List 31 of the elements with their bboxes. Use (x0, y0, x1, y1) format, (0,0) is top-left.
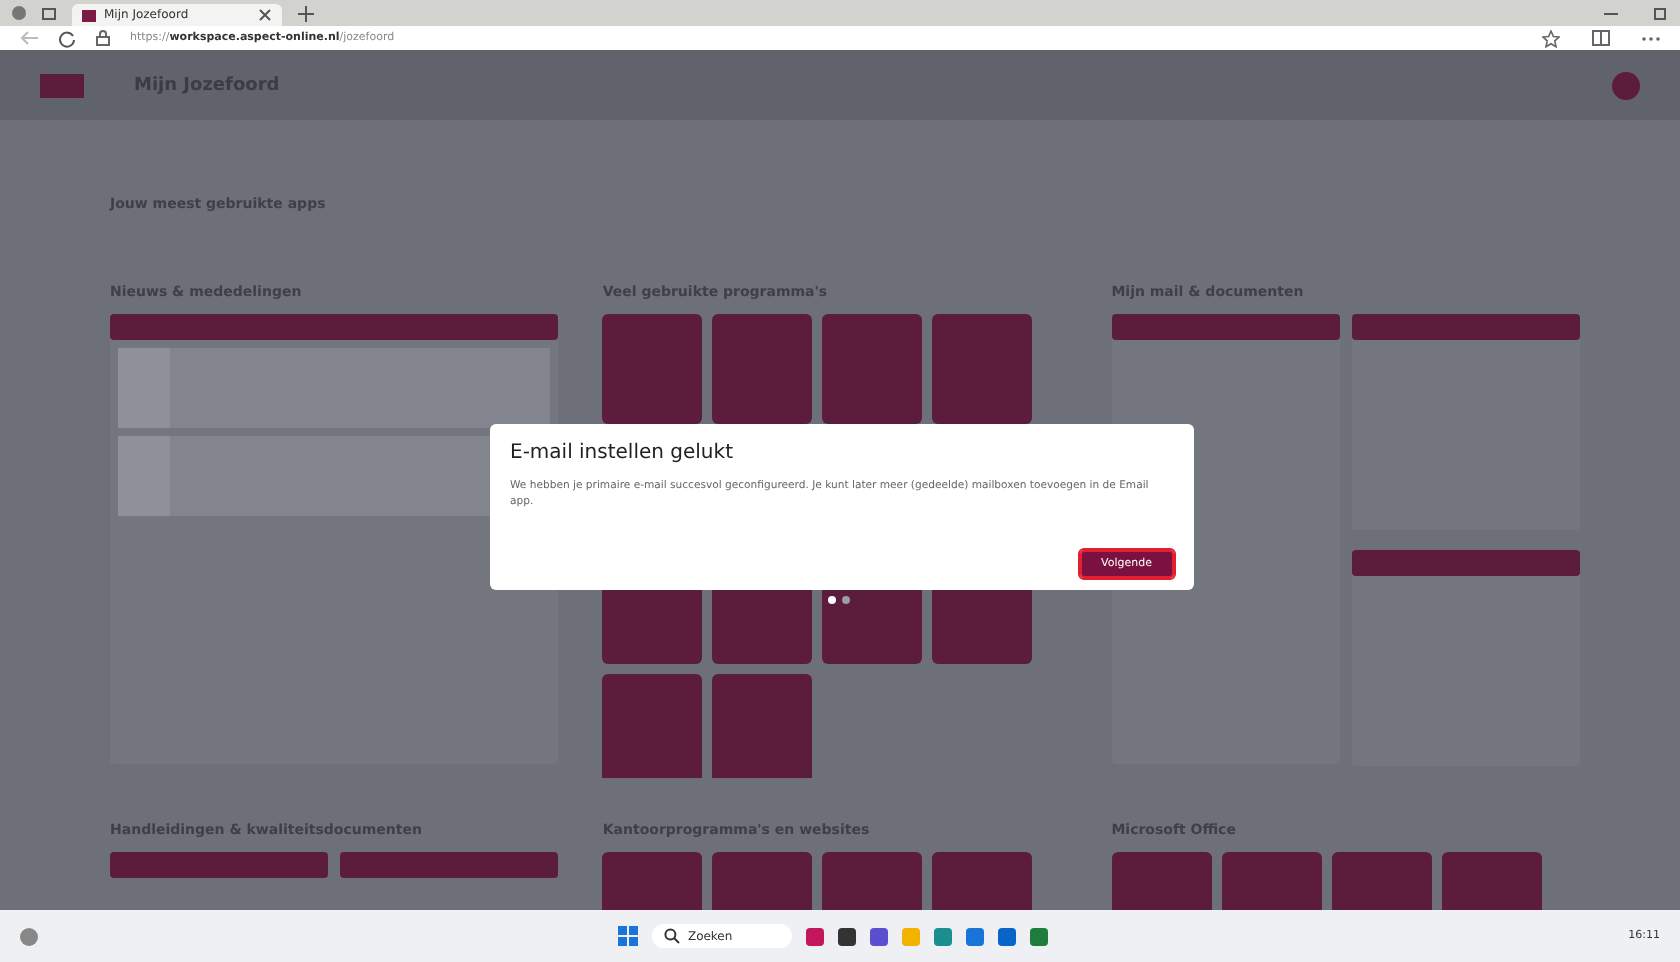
new-tab-icon[interactable] (298, 5, 314, 21)
app-tile[interactable] (712, 852, 813, 910)
close-tab-icon[interactable] (258, 8, 272, 22)
site-favicon-icon (82, 9, 96, 21)
profile-icon[interactable] (12, 6, 26, 20)
tab-actions-icon[interactable] (42, 7, 56, 19)
app-tile[interactable] (1441, 852, 1542, 910)
app-tile[interactable] (1221, 852, 1322, 910)
app-tile[interactable] (932, 314, 1033, 424)
avatar-icon[interactable] (1612, 71, 1640, 99)
dialog-title: E-mail instellen gelukt (510, 442, 735, 464)
search-icon (663, 928, 680, 944)
pager-dot[interactable] (828, 596, 836, 604)
app-tile[interactable] (602, 674, 703, 778)
more-icon[interactable] (1642, 35, 1660, 41)
lock-icon (96, 30, 110, 46)
app-tile[interactable] (602, 852, 703, 910)
pager-dot[interactable] (842, 596, 850, 604)
start-icon[interactable] (617, 926, 638, 946)
app-tile[interactable] (712, 314, 813, 424)
app-tile[interactable] (1111, 852, 1212, 910)
split-screen-icon[interactable] (1592, 30, 1610, 46)
app-tile[interactable] (712, 674, 813, 778)
app-tile[interactable] (822, 314, 923, 424)
app-tile[interactable] (1331, 852, 1432, 910)
restore-icon[interactable] (1654, 6, 1668, 20)
star-icon[interactable] (1542, 29, 1560, 47)
app-tile[interactable] (822, 852, 923, 910)
app-tile[interactable] (932, 852, 1033, 910)
app-tile[interactable] (602, 314, 703, 424)
reload-icon[interactable] (58, 29, 76, 47)
